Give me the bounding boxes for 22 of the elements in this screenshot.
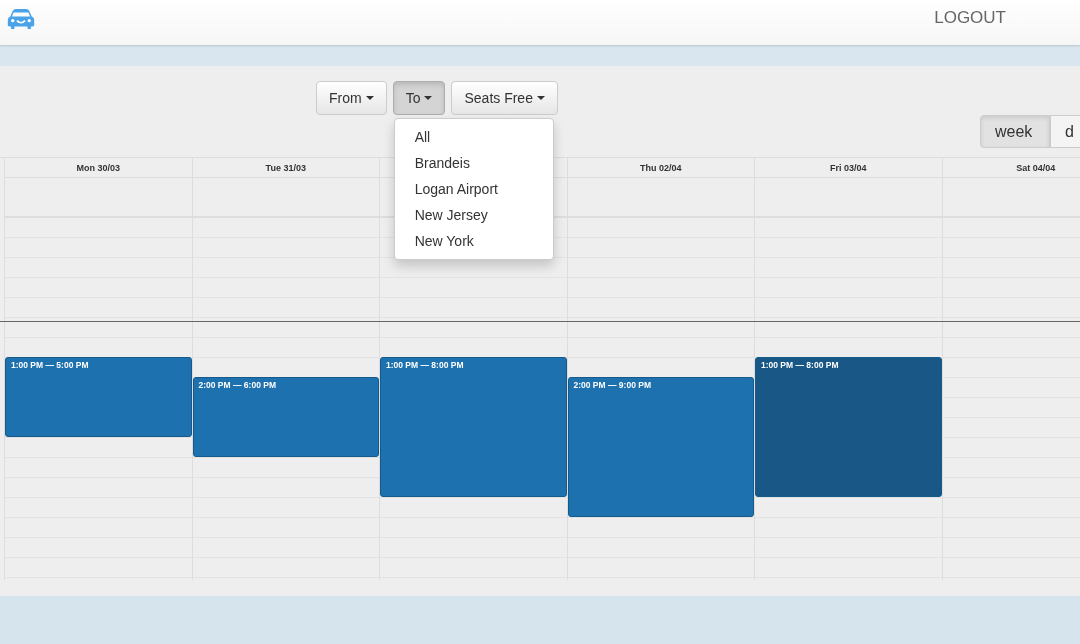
filter-dropdown-button[interactable]: From bbox=[316, 81, 387, 115]
menu-item[interactable]: New York bbox=[394, 228, 553, 254]
day-header: Sat 04/04 bbox=[1016, 162, 1056, 173]
calendar-event[interactable]: 2:00 PM — 6:00 PM bbox=[192, 377, 379, 457]
day-header: Thu 02/04 bbox=[640, 162, 682, 173]
car-icon[interactable] bbox=[7, 7, 35, 30]
menu-item[interactable]: New Jersey bbox=[394, 202, 553, 228]
calendar-event[interactable]: 1:00 PM — 8:00 PM bbox=[380, 357, 567, 497]
day-header: Fri 03/04 bbox=[830, 162, 867, 173]
day-header: Mon 30/03 bbox=[76, 162, 120, 173]
menu-item[interactable]: Logan Airport bbox=[394, 176, 553, 202]
filter-dropdown-button[interactable]: To bbox=[392, 81, 446, 115]
calendar-event[interactable]: 1:00 PM — 5:00 PM bbox=[5, 357, 192, 437]
view-button[interactable]: d bbox=[1050, 115, 1080, 148]
view-button[interactable]: week bbox=[980, 115, 1050, 148]
menu-item[interactable]: All bbox=[394, 124, 553, 150]
day-header: Tue 31/03 bbox=[265, 162, 306, 173]
menu-item[interactable]: Brandeis bbox=[394, 150, 553, 176]
logout-link[interactable]: LOGOUT bbox=[934, 7, 1006, 28]
filter-dropdown-button[interactable]: Seats Free bbox=[451, 81, 558, 115]
calendar-event[interactable]: 1:00 PM — 8:00 PM bbox=[755, 357, 942, 497]
calendar-event[interactable]: 2:00 PM — 9:00 PM bbox=[567, 377, 754, 517]
